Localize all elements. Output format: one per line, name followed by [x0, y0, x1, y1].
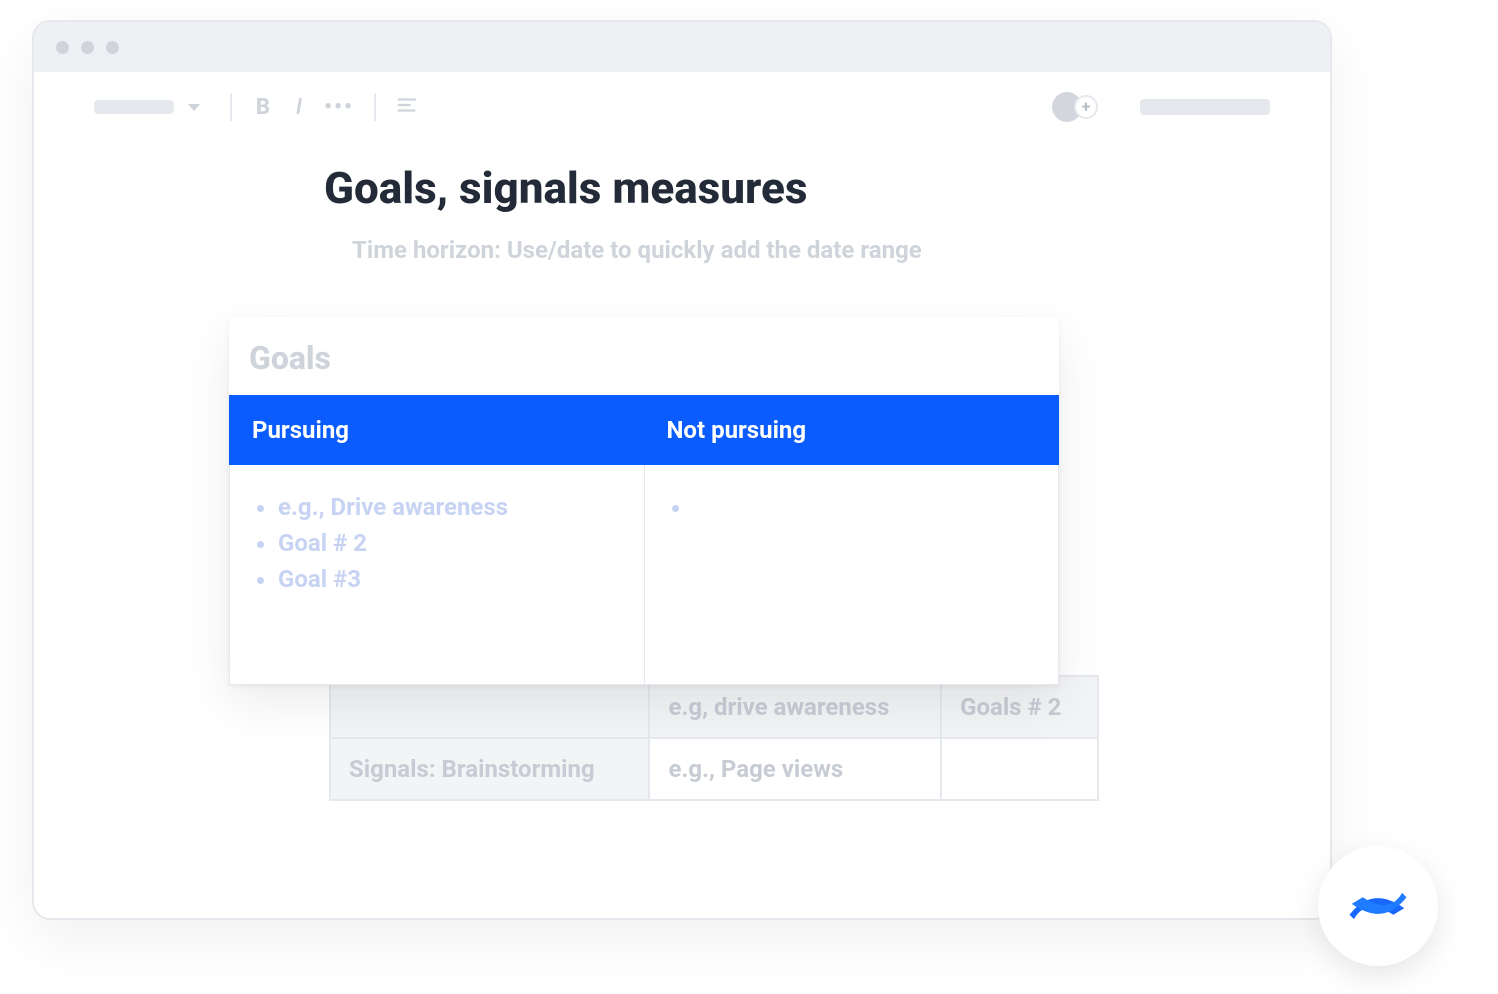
pursuing-header[interactable]: Pursuing	[230, 396, 645, 465]
list-item[interactable]: Goal # 2	[278, 525, 618, 561]
table-header-row: e.g, drive awareness Goals # 2	[330, 676, 1098, 738]
window-control-close[interactable]	[56, 41, 69, 54]
window-control-minimize[interactable]	[81, 41, 94, 54]
window-control-maximize[interactable]	[106, 41, 119, 54]
pursuing-list: e.g., Drive awareness Goal # 2 Goal #3	[256, 489, 618, 597]
table-header-cell[interactable]	[330, 676, 649, 738]
align-left-icon[interactable]	[396, 94, 418, 120]
not-pursuing-list	[671, 489, 1033, 525]
table-cell[interactable]: e.g., Page views	[649, 738, 941, 800]
bold-button[interactable]: B	[252, 95, 274, 120]
list-item[interactable]: Goal #3	[278, 561, 618, 597]
row-label-cell[interactable]: Signals: Brainstorming	[330, 738, 649, 800]
signals-measures-table[interactable]: e.g, drive awareness Goals # 2 Signals: …	[329, 675, 1099, 801]
toolbar-divider	[230, 93, 232, 121]
list-item[interactable]	[693, 489, 1033, 525]
goals-table[interactable]: Pursuing Not pursuing e.g., Drive awaren…	[229, 395, 1059, 685]
add-collaborator-button[interactable]: +	[1074, 95, 1098, 119]
table-header-cell[interactable]: e.g, drive awareness	[649, 676, 941, 738]
more-formatting-button[interactable]: •••	[324, 95, 354, 120]
table-header-cell[interactable]: Goals # 2	[941, 676, 1098, 738]
italic-button[interactable]: I	[288, 95, 310, 120]
presence-avatars: +	[1052, 92, 1098, 122]
goals-card: Goals Pursuing Not pursuing e.g., Drive …	[229, 317, 1059, 685]
time-horizon-hint[interactable]: Time horizon: Use/date to quickly add th…	[352, 236, 1330, 264]
page-title[interactable]: Goals, signals measures	[324, 162, 1330, 214]
browser-window: B I ••• + Goals, signals measures Time h…	[32, 20, 1332, 920]
list-item[interactable]: e.g., Drive awareness	[278, 489, 618, 525]
text-style-dropdown[interactable]	[94, 100, 174, 114]
not-pursuing-cell[interactable]	[644, 465, 1059, 685]
confluence-logo-badge	[1318, 846, 1438, 966]
window-titlebar	[34, 22, 1330, 72]
confluence-icon	[1343, 871, 1413, 941]
table-cell[interactable]	[941, 738, 1098, 800]
editor-toolbar: B I ••• +	[34, 72, 1330, 142]
table-row: e.g., Drive awareness Goal # 2 Goal #3	[230, 465, 1059, 685]
toolbar-divider	[374, 93, 376, 121]
pursuing-cell[interactable]: e.g., Drive awareness Goal # 2 Goal #3	[230, 465, 645, 685]
share-button[interactable]	[1140, 99, 1270, 115]
chevron-down-icon[interactable]	[188, 104, 200, 111]
table-header-row: Pursuing Not pursuing	[230, 396, 1059, 465]
table-row: Signals: Brainstorming e.g., Page views	[330, 738, 1098, 800]
goals-card-title[interactable]: Goals	[229, 317, 1059, 395]
not-pursuing-header[interactable]: Not pursuing	[644, 396, 1059, 465]
